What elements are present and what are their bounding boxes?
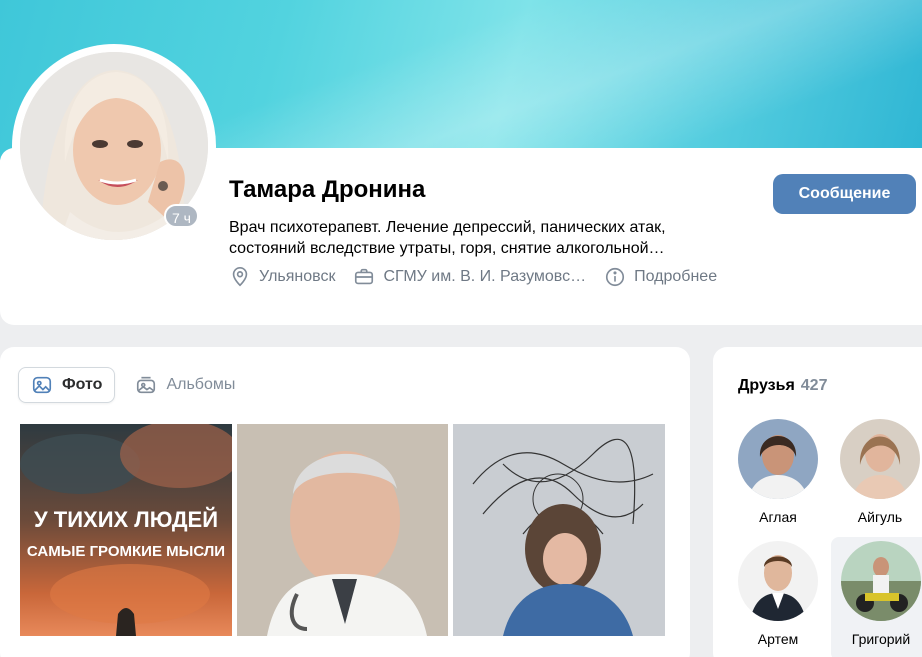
friend-name: Аглая <box>759 509 797 525</box>
friend-name: Айгуль <box>857 509 903 525</box>
friend-item[interactable]: Аглая <box>733 419 823 525</box>
friends-count: 427 <box>800 377 828 394</box>
image-icon <box>32 376 52 394</box>
more-info-link[interactable]: Подробнее <box>604 266 717 288</box>
profile-meta: Ульяновск СГМУ им. В. И. Разумовс… Подро… <box>229 266 735 288</box>
friend-avatar <box>841 541 921 621</box>
info-circle-icon <box>606 267 625 287</box>
profile-bio: Врач психотерапевт. Лечение депрессий, п… <box>229 217 749 259</box>
tab-photos[interactable]: Фото <box>18 367 116 403</box>
friends-header[interactable]: Друзья 427 <box>738 377 827 395</box>
photo1-text-line1: У ТИХИХ ЛЮДЕЙ <box>34 507 218 532</box>
friend-item[interactable]: Григорий <box>831 537 922 657</box>
friend-name: Григорий <box>851 631 911 647</box>
tab-photos-label: Фото <box>62 376 103 393</box>
friend-avatar <box>738 541 818 621</box>
friends-title: Друзья <box>738 377 795 394</box>
photo1-text-line2: САМЫЕ ГРОМКИЕ МЫСЛИ <box>27 543 225 560</box>
friend-item[interactable]: Айгуль <box>835 419 922 525</box>
friends-card: Друзья 427 Аглая Айгуль Артем Григорий <box>713 347 922 657</box>
tab-albums[interactable]: Альбомы <box>123 367 247 403</box>
profile-name: Тамара Дронина <box>229 176 426 203</box>
location-text: Ульяновск <box>259 268 336 285</box>
bio-line-2: состояний вследствие утраты, горя, сняти… <box>229 240 665 257</box>
photos-tabs: Фото Альбомы <box>18 367 255 403</box>
friend-avatar <box>840 419 920 499</box>
albums-icon <box>137 376 156 394</box>
more-info-text: Подробнее <box>634 268 718 285</box>
location-item[interactable]: Ульяновск <box>229 266 335 288</box>
friend-avatar <box>738 419 818 499</box>
photos-card: Фото Альбомы У ТИХИХ ЛЮДЕЙ САМЫЕ ГРОМКИЕ… <box>0 347 690 657</box>
briefcase-icon <box>355 268 374 285</box>
tab-albums-label: Альбомы <box>166 376 236 393</box>
last-seen-badge: 7 ч <box>164 204 199 228</box>
friend-name: Артем <box>757 631 799 647</box>
photo-thumbnail-3[interactable] <box>453 424 665 636</box>
education-item[interactable]: СГМУ им. В. И. Разумовс… <box>353 266 586 288</box>
location-pin-icon <box>232 267 248 287</box>
photo-thumbnail-2[interactable] <box>237 424 448 636</box>
photo-thumbnail-1[interactable]: У ТИХИХ ЛЮДЕЙ САМЫЕ ГРОМКИЕ МЫСЛИ <box>20 424 232 636</box>
friend-item[interactable]: Артем <box>733 541 823 647</box>
bio-line-1: Врач психотерапевт. Лечение депрессий, п… <box>229 219 666 236</box>
message-button[interactable]: Сообщение <box>773 174 916 214</box>
education-text: СГМУ им. В. И. Разумовс… <box>383 268 587 285</box>
